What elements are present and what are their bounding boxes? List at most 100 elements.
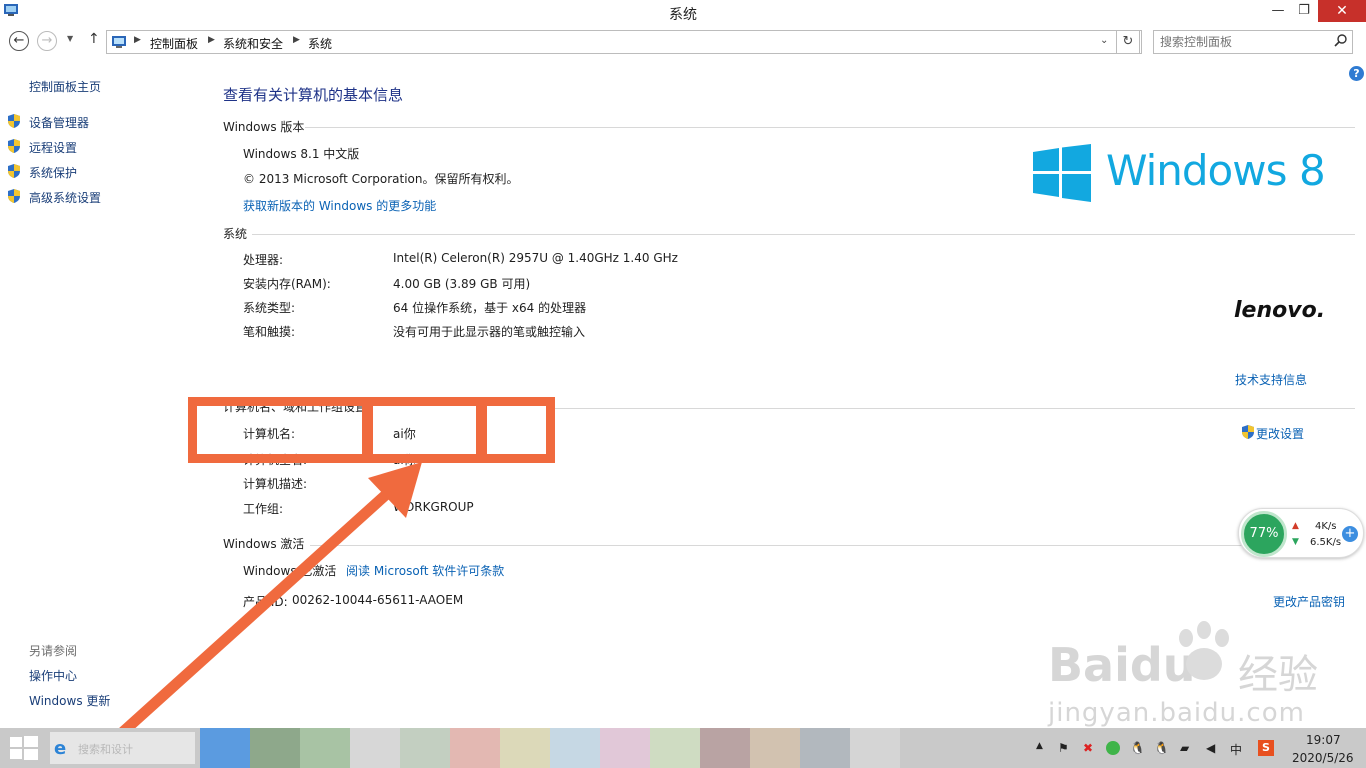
uac-shield-icon	[6, 113, 22, 129]
windows-logo: Windows 8	[1033, 144, 1333, 202]
forward-button[interactable]: →	[37, 31, 57, 51]
expand-plus-icon[interactable]: +	[1342, 526, 1358, 542]
support-info-link[interactable]: 技术支持信息	[1235, 371, 1307, 388]
download-speed: 6.5K/s	[1310, 537, 1342, 548]
section-divider	[252, 234, 1355, 235]
uac-shield-icon	[6, 163, 22, 179]
uac-shield-icon	[1240, 424, 1256, 440]
recent-pages-dropdown-icon[interactable]: ▼	[67, 34, 73, 43]
action-center-flag-icon[interactable]: ⚑	[1058, 741, 1069, 755]
refresh-icon: ↻	[1122, 34, 1134, 49]
system-type-label: 系统类型:	[243, 301, 296, 315]
up-arrow-icon[interactable]: ↑	[88, 31, 100, 47]
help-icon[interactable]: ?	[1349, 66, 1364, 81]
annotation-arrow-icon	[108, 462, 422, 746]
processor-label: 处理器:	[243, 253, 284, 267]
back-button[interactable]: ←	[9, 31, 29, 51]
baidu-watermark: Baidu 经验 jingyan.baidu.com	[1048, 618, 1348, 728]
change-settings-link[interactable]: 更改设置	[1256, 425, 1304, 442]
taskbar-app-tile[interactable]	[300, 728, 350, 768]
taskbar-app-tile[interactable]	[800, 728, 850, 768]
section-divider	[550, 408, 1355, 409]
page-title: 查看有关计算机的基本信息	[223, 86, 404, 104]
highlight-divider	[362, 405, 373, 455]
taskbar-app-tile[interactable]	[450, 728, 500, 768]
window-title: 系统	[669, 7, 697, 23]
breadcrumb-separator-icon: ▶	[134, 35, 141, 45]
ime-indicator[interactable]: 中	[1230, 741, 1242, 758]
more-features-link[interactable]: 获取新版本的 Windows 的更多功能	[243, 197, 436, 214]
see-also-label: 另请参阅	[29, 644, 78, 658]
sidebar-home-link[interactable]: 控制面板主页	[29, 78, 101, 95]
title-bar: 系统 — ❐ ✕	[0, 0, 1366, 26]
clock-time[interactable]: 19:07	[1306, 733, 1341, 747]
windows-flag-icon	[1033, 144, 1091, 202]
breadcrumb-separator-icon: ▶	[293, 35, 300, 45]
sidebar-windows-update-link[interactable]: Windows 更新	[29, 692, 110, 709]
360-security-icon[interactable]	[1106, 741, 1120, 755]
pen-touch-value: 没有可用于此显示器的笔或触控输入	[393, 325, 586, 339]
sidebar-item-remote-settings[interactable]: 远程设置	[29, 139, 77, 156]
taskbar-app-tile[interactable]	[500, 728, 550, 768]
breadcrumb-system-security[interactable]: 系统和安全	[223, 35, 283, 52]
back-arrow-icon: ←	[13, 33, 25, 48]
watermark-brand-cn: 经验	[1238, 652, 1318, 698]
breadcrumb-control-panel[interactable]: 控制面板	[150, 35, 198, 52]
clock-date[interactable]: 2020/5/26	[1292, 751, 1354, 765]
taskbar-app-tile[interactable]	[650, 728, 700, 768]
qq-penguin-icon[interactable]: 🐧	[1130, 741, 1145, 755]
sogou-input-icon[interactable]: S	[1258, 740, 1274, 756]
taskbar-app-tile[interactable]	[250, 728, 300, 768]
address-dropdown-icon[interactable]: ⌄	[1100, 35, 1108, 46]
volume-icon[interactable]: ◀	[1206, 741, 1215, 755]
search-icon[interactable]	[1334, 34, 1348, 51]
show-hidden-icons[interactable]: ▲	[1036, 741, 1043, 751]
network-error-icon[interactable]: ✖	[1083, 741, 1093, 755]
minimize-button[interactable]: —	[1264, 0, 1292, 22]
windows-logo-version: 8	[1299, 146, 1326, 195]
taskbar-app-tile[interactable]	[550, 728, 600, 768]
pen-touch-label: 笔和触摸:	[243, 325, 296, 339]
change-product-key-link[interactable]: 更改产品密钥	[1273, 593, 1345, 610]
taskbar-search-text: 搜索和设计	[78, 743, 133, 756]
upload-arrow-icon: ▲	[1292, 521, 1299, 531]
taskbar-app-tile[interactable]	[400, 728, 450, 768]
taskbar: e 搜索和设计 ▲ ⚑ ✖ 🐧 🐧 ▰ ◀ 中 S 19:07 2020/5/2…	[0, 728, 1366, 768]
ram-value: 4.00 GB (3.89 GB 可用)	[393, 277, 531, 291]
network-speed-widget[interactable]: 77% ▲ 4K/s ▼ 6.5K/s +	[1238, 508, 1364, 558]
windows-edition: Windows 8.1 中文版	[243, 147, 360, 161]
uac-shield-icon	[6, 188, 22, 204]
lenovo-logo: lenovo.	[1234, 298, 1326, 323]
search-box[interactable]	[1153, 30, 1353, 54]
edition-section-title: Windows 版本	[223, 120, 305, 134]
memory-usage-gauge[interactable]: 77%	[1241, 511, 1287, 557]
sidebar-item-advanced-settings[interactable]: 高级系统设置	[29, 189, 101, 206]
search-input[interactable]	[1160, 34, 1320, 50]
control-panel-icon	[111, 34, 127, 50]
close-button[interactable]: ✕	[1318, 0, 1366, 22]
ram-label: 安装内存(RAM):	[243, 277, 331, 291]
taskbar-search-box[interactable]: e 搜索和设计	[50, 732, 195, 764]
wifi-signal-icon[interactable]: ▰	[1180, 741, 1189, 755]
system-section-title: 系统	[223, 227, 248, 241]
breadcrumb-system[interactable]: 系统	[308, 35, 332, 52]
qq-penguin-icon[interactable]: 🐧	[1154, 741, 1169, 755]
windows-logo-text: Windows	[1106, 146, 1287, 195]
taskbar-app-tile[interactable]	[700, 728, 750, 768]
taskbar-app-tile[interactable]	[850, 728, 900, 768]
sidebar-item-device-manager[interactable]: 设备管理器	[29, 114, 89, 131]
maximize-button[interactable]: ❐	[1290, 0, 1318, 22]
refresh-button[interactable]: ↻	[1116, 30, 1140, 54]
taskbar-app-tile[interactable]	[600, 728, 650, 768]
taskbar-app-tile[interactable]	[200, 728, 250, 768]
ie-icon: e	[54, 738, 67, 759]
copyright-text: © 2013 Microsoft Corporation。保留所有权利。	[243, 172, 519, 186]
paw-icon	[1179, 621, 1229, 680]
start-button[interactable]	[10, 736, 38, 760]
sidebar-action-center-link[interactable]: 操作中心	[29, 667, 77, 684]
taskbar-app-tile[interactable]	[750, 728, 800, 768]
taskbar-app-tile[interactable]	[350, 728, 400, 768]
uac-shield-icon	[6, 138, 22, 154]
address-bar[interactable]: ▶ 控制面板 ▶ 系统和安全 ▶ 系统 ⌄	[106, 30, 1142, 54]
sidebar-item-system-protection[interactable]: 系统保护	[29, 164, 77, 181]
